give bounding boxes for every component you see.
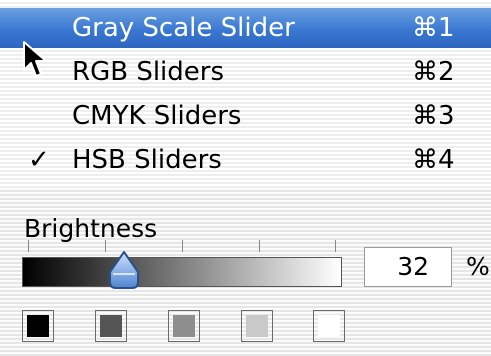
slider-ticks [28, 240, 336, 254]
menu-item-rgb-sliders[interactable]: RGB Sliders ⌘2 [0, 52, 491, 92]
menu-item-label: RGB Sliders [72, 57, 225, 87]
slider-tick [28, 240, 29, 252]
arrow-cursor-icon [23, 41, 47, 77]
swatch-light-gray[interactable] [241, 310, 273, 342]
swatch-color [173, 315, 195, 337]
menu-item-cmyk-sliders[interactable]: CMYK Sliders ⌘3 [0, 96, 491, 136]
menu-item-hsb-sliders[interactable]: ✓ HSB Sliders ⌘4 [0, 140, 491, 180]
swatch-black[interactable] [22, 310, 54, 342]
menu-item-shortcut: ⌘3 [412, 101, 455, 131]
slider-tick [335, 240, 336, 252]
swatch-color [100, 315, 122, 337]
slider-tick [182, 240, 183, 252]
swatch-color [246, 315, 268, 337]
brightness-slider-track[interactable] [22, 257, 342, 287]
swatch-dark-gray[interactable] [95, 310, 127, 342]
menu-item-shortcut: ⌘1 [412, 13, 455, 43]
color-mode-menu: Gray Scale Slider ⌘1 RGB Sliders ⌘2 CMYK… [0, 0, 491, 188]
slider-tick [259, 240, 260, 252]
swatch-color [318, 315, 340, 337]
menu-item-label: CMYK Sliders [72, 101, 242, 131]
checkmark-icon: ✓ [28, 145, 50, 175]
menu-item-label: HSB Sliders [72, 145, 222, 175]
swatch-medium-gray[interactable] [168, 310, 200, 342]
swatch-color [27, 315, 49, 337]
menu-item-shortcut: ⌘4 [412, 145, 455, 175]
menu-item-label: Gray Scale Slider [72, 13, 295, 43]
menu-item-gray-scale-slider[interactable]: Gray Scale Slider ⌘1 [0, 8, 491, 48]
swatch-white[interactable] [313, 310, 345, 342]
percent-unit-label: % [466, 252, 490, 281]
menu-item-shortcut: ⌘2 [412, 57, 455, 87]
slider-thumb[interactable] [105, 250, 143, 290]
brightness-value-field[interactable]: 32 [364, 247, 452, 287]
